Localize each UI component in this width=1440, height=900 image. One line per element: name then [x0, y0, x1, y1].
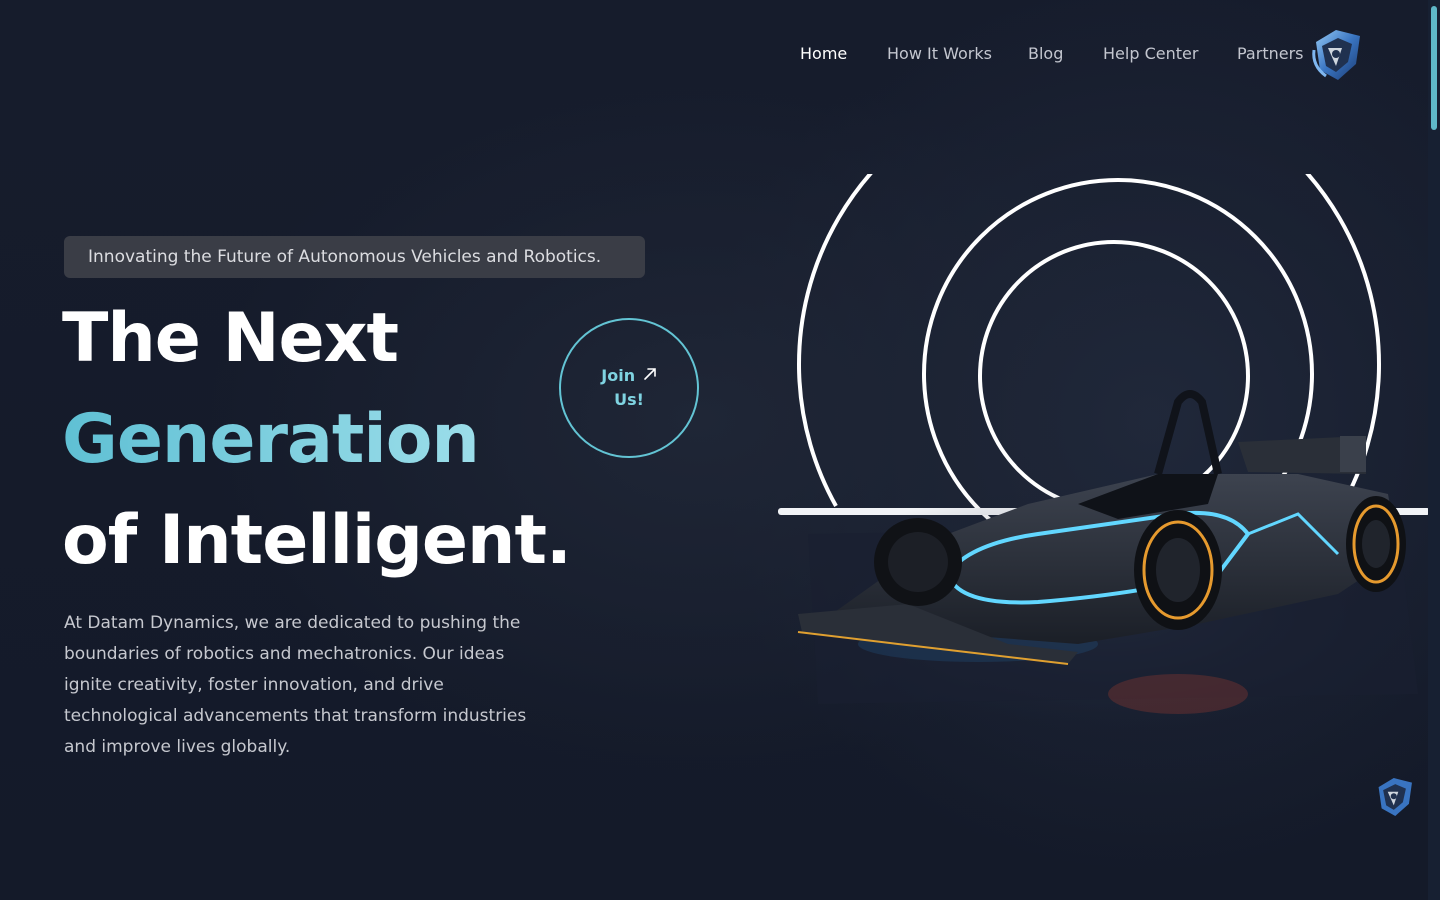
datam-dynamics-logo-icon[interactable] — [1306, 26, 1364, 84]
headline-line-2-accent: Generation — [62, 389, 571, 490]
join-us-label: Join Us! — [594, 364, 664, 413]
nav-item-blog[interactable]: Blog — [1028, 44, 1063, 63]
top-navigation: Home How It Works Blog Help Center Partn… — [0, 0, 1440, 110]
hero-race-car-image — [778, 174, 1430, 774]
page-scrollbar[interactable] — [1428, 0, 1440, 900]
nav-item-home[interactable]: Home — [800, 44, 847, 63]
floating-logo-icon[interactable] — [1370, 775, 1416, 819]
headline-line-1: The Next — [62, 299, 399, 378]
join-us-button[interactable]: Join Us! — [559, 318, 699, 458]
nav-item-how-it-works[interactable]: How It Works — [887, 44, 992, 63]
hero-headline: The Next Generation of Intelligent. — [62, 288, 572, 591]
nav-item-help-center[interactable]: Help Center — [1103, 44, 1198, 63]
arrow-up-right-icon — [643, 364, 657, 388]
race-car-icon — [778, 174, 1430, 744]
nav-item-partners[interactable]: Partners — [1237, 44, 1303, 63]
hero-tagline: Innovating the Future of Autonomous Vehi… — [64, 236, 645, 278]
join-us-label-line-2: Us! — [614, 390, 644, 410]
headline-line-3: of Intelligent. — [62, 501, 572, 580]
hero-description: At Datam Dynamics, we are dedicated to p… — [64, 613, 527, 757]
scrollbar-thumb[interactable] — [1431, 6, 1437, 130]
join-us-label-line-1: Join — [601, 365, 636, 385]
